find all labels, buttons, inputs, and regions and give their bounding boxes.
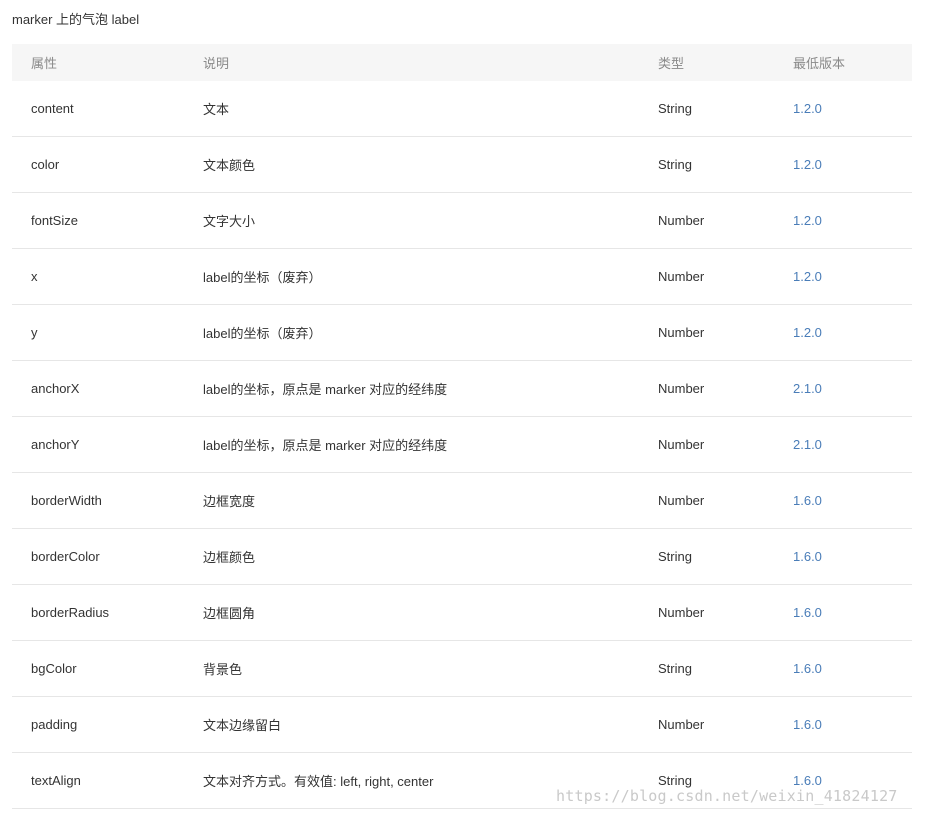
cell-property: borderRadius [31,605,110,620]
cell-property: x [31,269,38,284]
header-min-version: 最低版本 [793,56,846,71]
cell-description: label的坐标，原点是 marker 对应的经纬度 [203,382,448,397]
cell-version-link[interactable]: 1.6.0 [775,549,893,564]
table-row: bgColor 背景色 String 1.6.0 [12,641,912,697]
header-description: 说明 [203,56,230,71]
table-header-row: 属性 说明 类型 最低版本 [12,44,912,81]
cell-description: 文字大小 [203,214,256,229]
cell-version-link[interactable]: 1.6.0 [775,661,893,676]
cell-description: 文本 [203,102,230,117]
table-row: color 文本颜色 String 1.2.0 [12,137,912,193]
table-row: anchorX label的坐标，原点是 marker 对应的经纬度 Numbe… [12,361,912,417]
cell-version-link[interactable]: 1.6.0 [775,773,893,788]
header-property: 属性 [31,56,58,71]
properties-table: 属性 说明 类型 最低版本 content 文本 String 1.2.0 co… [12,44,912,809]
table-row: borderRadius 边框圆角 Number 1.6.0 [12,585,912,641]
cell-property: y [31,325,38,340]
cell-type: Number [658,437,705,452]
cell-version-link[interactable]: 1.2.0 [775,325,893,340]
cell-property: color [31,157,60,172]
cell-version-link[interactable]: 1.6.0 [775,717,893,732]
cell-type: String [658,157,692,172]
table-row: borderWidth 边框宽度 Number 1.6.0 [12,473,912,529]
cell-description: label的坐标，原点是 marker 对应的经纬度 [203,438,448,453]
cell-version-link[interactable]: 1.2.0 [775,101,893,116]
cell-type: Number [658,213,705,228]
cell-version-link[interactable]: 1.6.0 [775,605,893,620]
table-caption: marker 上的气泡 label [12,12,140,27]
cell-type: Number [658,381,705,396]
cell-version-link[interactable]: 2.1.0 [775,437,893,452]
cell-property: fontSize [31,213,78,228]
table-row: y label的坐标（废弃） Number 1.2.0 [12,305,912,361]
cell-description: 边框宽度 [203,494,256,509]
table-row: content 文本 String 1.2.0 [12,81,912,137]
cell-version-link[interactable]: 1.2.0 [775,269,893,284]
cell-description: 背景色 [203,662,243,677]
cell-property: borderColor [31,549,100,564]
table-row: padding 文本边缘留白 Number 1.6.0 [12,697,912,753]
cell-property: bgColor [31,661,77,676]
cell-description: 文本边缘留白 [203,718,282,733]
header-type: 类型 [658,56,685,71]
cell-type: String [658,549,692,564]
cell-type: Number [658,605,705,620]
cell-description: 边框圆角 [203,606,256,621]
cell-type: Number [658,717,705,732]
table-row: x label的坐标（废弃） Number 1.2.0 [12,249,912,305]
cell-property: padding [31,717,78,732]
cell-version-link[interactable]: 1.6.0 [775,493,893,508]
cell-property: borderWidth [31,493,102,508]
cell-version-link[interactable]: 1.2.0 [775,157,893,172]
table-row: borderColor 边框颜色 String 1.6.0 [12,529,912,585]
cell-version-link[interactable]: 2.1.0 [775,381,893,396]
cell-description: label的坐标（废弃） [203,326,322,341]
cell-property: textAlign [31,773,81,788]
cell-description: 文本颜色 [203,158,256,173]
cell-type: Number [658,493,705,508]
cell-property: anchorX [31,381,80,396]
cell-type: Number [658,325,705,340]
cell-type: String [658,101,692,116]
cell-version-link[interactable]: 1.2.0 [775,213,893,228]
cell-type: String [658,661,692,676]
watermark-url: https://blog.csdn.net/weixin_41824127 [556,787,898,805]
cell-type: Number [658,269,705,284]
cell-description: 边框颜色 [203,550,256,565]
cell-type: String [658,773,692,788]
table-row: anchorY label的坐标，原点是 marker 对应的经纬度 Numbe… [12,417,912,473]
cell-property: anchorY [31,437,80,452]
cell-description: label的坐标（废弃） [203,270,322,285]
cell-property: content [31,101,74,116]
table-row: fontSize 文字大小 Number 1.2.0 [12,193,912,249]
